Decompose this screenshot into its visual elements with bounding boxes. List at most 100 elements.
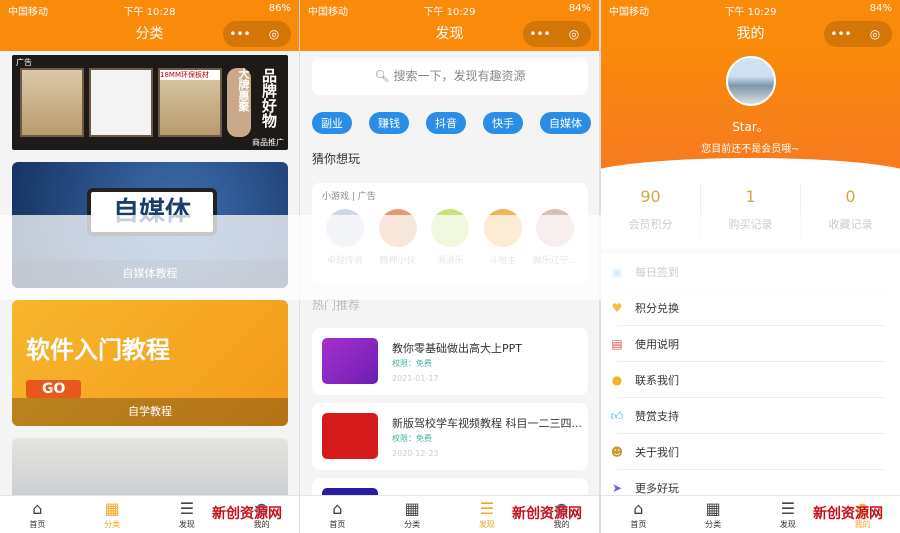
menu-contact[interactable]: ● 联系我们 (601, 362, 900, 398)
calendar-icon: ▣ (611, 265, 623, 279)
section-title: 猜你想玩 (312, 152, 361, 166)
game-item[interactable]: 消消乐 (427, 209, 473, 266)
mine-screen: 中国移动 下午 10:29 84% 我的 ••• ◎ Star。 您目前还不是会员哦~ … (601, 0, 900, 533)
capsule-menu[interactable]: ••• ◎ (824, 21, 892, 47)
game-icon (378, 209, 417, 247)
category-card[interactable]: 软件入门教程 GO 自学教程 (12, 300, 288, 426)
tab-home[interactable]: ⌂ 首页 (0, 496, 75, 533)
stat-value: 1 (745, 187, 756, 206)
send-icon: ➤ (611, 481, 623, 495)
thumbnail (322, 338, 378, 384)
close-circle-icon[interactable]: ◎ (257, 21, 291, 47)
menu-exchange[interactable]: ♥ 积分兑换 (601, 290, 900, 326)
watermark: 新创资源网 (212, 506, 282, 522)
category-screen: 中国移动 下午 10:28 86% 分类 ••• ◎ 广告 18MM环保板材 大牌惠聚 … (0, 0, 299, 533)
category-card[interactable]: 自媒体 自媒体教程 (12, 162, 288, 288)
search-placeholder: 搜索一下，发现有趣资源 (393, 69, 526, 83)
tag-chip[interactable]: 自媒体 (540, 112, 591, 134)
tag-chip[interactable]: 抖音 (426, 112, 466, 134)
tab-home[interactable]: ⌂ 首页 (601, 496, 676, 533)
item-title: 新版驾校学车视频教程 科目一二三四... (392, 417, 582, 430)
tag-chip[interactable]: 副业 (312, 112, 352, 134)
chat-icon: ● (611, 373, 623, 387)
card-image-text: 自媒体 (87, 188, 217, 236)
thumbnail (322, 413, 378, 459)
gift-icon: ♥ (611, 301, 623, 315)
stat-value: 0 (845, 187, 856, 206)
item-date: 2020-12-23 (392, 449, 439, 458)
document-icon: ▤ (611, 337, 623, 351)
menu-label: 更多好玩 (635, 482, 679, 495)
close-circle-icon[interactable]: ◎ (858, 21, 892, 47)
stat-favorites[interactable]: 0 收藏记录 (801, 183, 900, 243)
menu-instructions[interactable]: ▤ 使用说明 (601, 326, 900, 362)
tab-label: 分类 (705, 520, 722, 529)
time: 下午 10:29 (423, 7, 476, 18)
more-icon[interactable]: ••• (824, 21, 858, 47)
game-item[interactable]: 微乐辽宁... (532, 209, 578, 266)
page-title: 分类 (135, 26, 164, 42)
ad-text: 大牌惠聚 (227, 68, 251, 137)
page-title: 我的 (736, 26, 765, 42)
tab-category[interactable]: ▦ 分类 (75, 496, 150, 533)
game-item[interactable]: 斗地主 (480, 209, 526, 266)
card-caption: 自学教程 (12, 398, 288, 426)
tag-chip[interactable]: 快手 (483, 112, 523, 134)
category-icon: ▦ (104, 499, 120, 518)
team-icon: ☻ (610, 445, 624, 459)
close-circle-icon[interactable]: ◎ (557, 21, 591, 47)
ad-tag[interactable]: 广告 (16, 57, 32, 68)
resource-item[interactable]: 新版驾校学车视频教程 科目一二三四... 权限：免费 2020-12-23 (312, 403, 588, 470)
games-header[interactable]: 小游戏 | 广告 (322, 189, 376, 202)
category-icon: ▦ (404, 499, 420, 518)
user-name: Star。 (732, 120, 769, 134)
ad-text: 品牌好物 (260, 68, 278, 128)
game-item[interactable]: 卓越传说 (322, 209, 368, 266)
game-name: 卓越传说 (326, 256, 363, 266)
stat-label: 收藏记录 (828, 218, 873, 231)
battery: 86% (268, 3, 291, 14)
desk-image (89, 68, 153, 137)
menu-checkin[interactable]: ▣ 每日签到 (601, 254, 900, 290)
more-icon[interactable]: ••• (223, 21, 257, 47)
game-icon (483, 209, 522, 247)
status-bar: 中国移动 下午 10:29 84% (300, 0, 599, 18)
resource-item[interactable]: 教你零基础做出高大上PPT 权限：免费 2021-01-17 (312, 328, 588, 395)
stat-points[interactable]: 90 会员积分 (601, 183, 701, 243)
more-icon[interactable]: ••• (523, 21, 557, 47)
home-icon: ⌂ (332, 499, 343, 518)
menu-label: 积分兑换 (635, 302, 679, 315)
card-caption: 自媒体教程 (12, 260, 288, 288)
section-title: 热门推荐 (312, 298, 361, 312)
tag-chip[interactable]: 赚钱 (369, 112, 409, 134)
battery: 84% (568, 3, 591, 14)
menu-label: 联系我们 (635, 374, 679, 387)
item-date: 2021-01-17 (392, 374, 439, 383)
game-name: 消消乐 (436, 256, 464, 266)
capsule-menu[interactable]: ••• ◎ (523, 21, 591, 47)
game-item[interactable]: 精神小伙 (375, 209, 421, 266)
capsule-menu[interactable]: ••• ◎ (223, 21, 291, 47)
member-status: 您目前还不是会员哦~ (701, 144, 800, 155)
nav-bar: 发现 ••• ◎ (300, 17, 599, 51)
ad-banner[interactable]: 广告 18MM环保板材 大牌惠聚 品牌好物 商品推广 (12, 55, 288, 150)
search-input[interactable]: 🔍︎ 搜索一下，发现有趣资源 (312, 58, 588, 95)
status-bar: 中国移动 下午 10:29 84% (601, 0, 900, 18)
card-image-text: 软件入门教程 (26, 336, 170, 364)
nav-bar: 分类 ••• ◎ (0, 17, 299, 51)
game-name: 斗地主 (488, 256, 516, 266)
avatar[interactable] (726, 56, 776, 106)
stat-purchases[interactable]: 1 购买记录 (701, 183, 801, 243)
tab-label: 发现 (178, 520, 195, 529)
tab-category[interactable]: ▦ 分类 (375, 496, 450, 533)
battery: 84% (869, 3, 892, 14)
discover-screen: 中国移动 下午 10:29 84% 发现 ••• ◎ 🔍︎ 搜索一下，发现有趣资源 副业… (300, 0, 599, 533)
tab-label: 首页 (329, 520, 346, 529)
ad-text: 18MM环保板材 (160, 70, 220, 80)
tab-label: 首页 (29, 520, 46, 529)
tab-category[interactable]: ▦ 分类 (676, 496, 751, 533)
menu-about[interactable]: ☻ 关于我们 (601, 434, 900, 470)
menu-support[interactable]: 👍︎ 赞赏支持 (601, 398, 900, 434)
home-icon: ⌂ (633, 499, 644, 518)
tab-home[interactable]: ⌂ 首页 (300, 496, 375, 533)
